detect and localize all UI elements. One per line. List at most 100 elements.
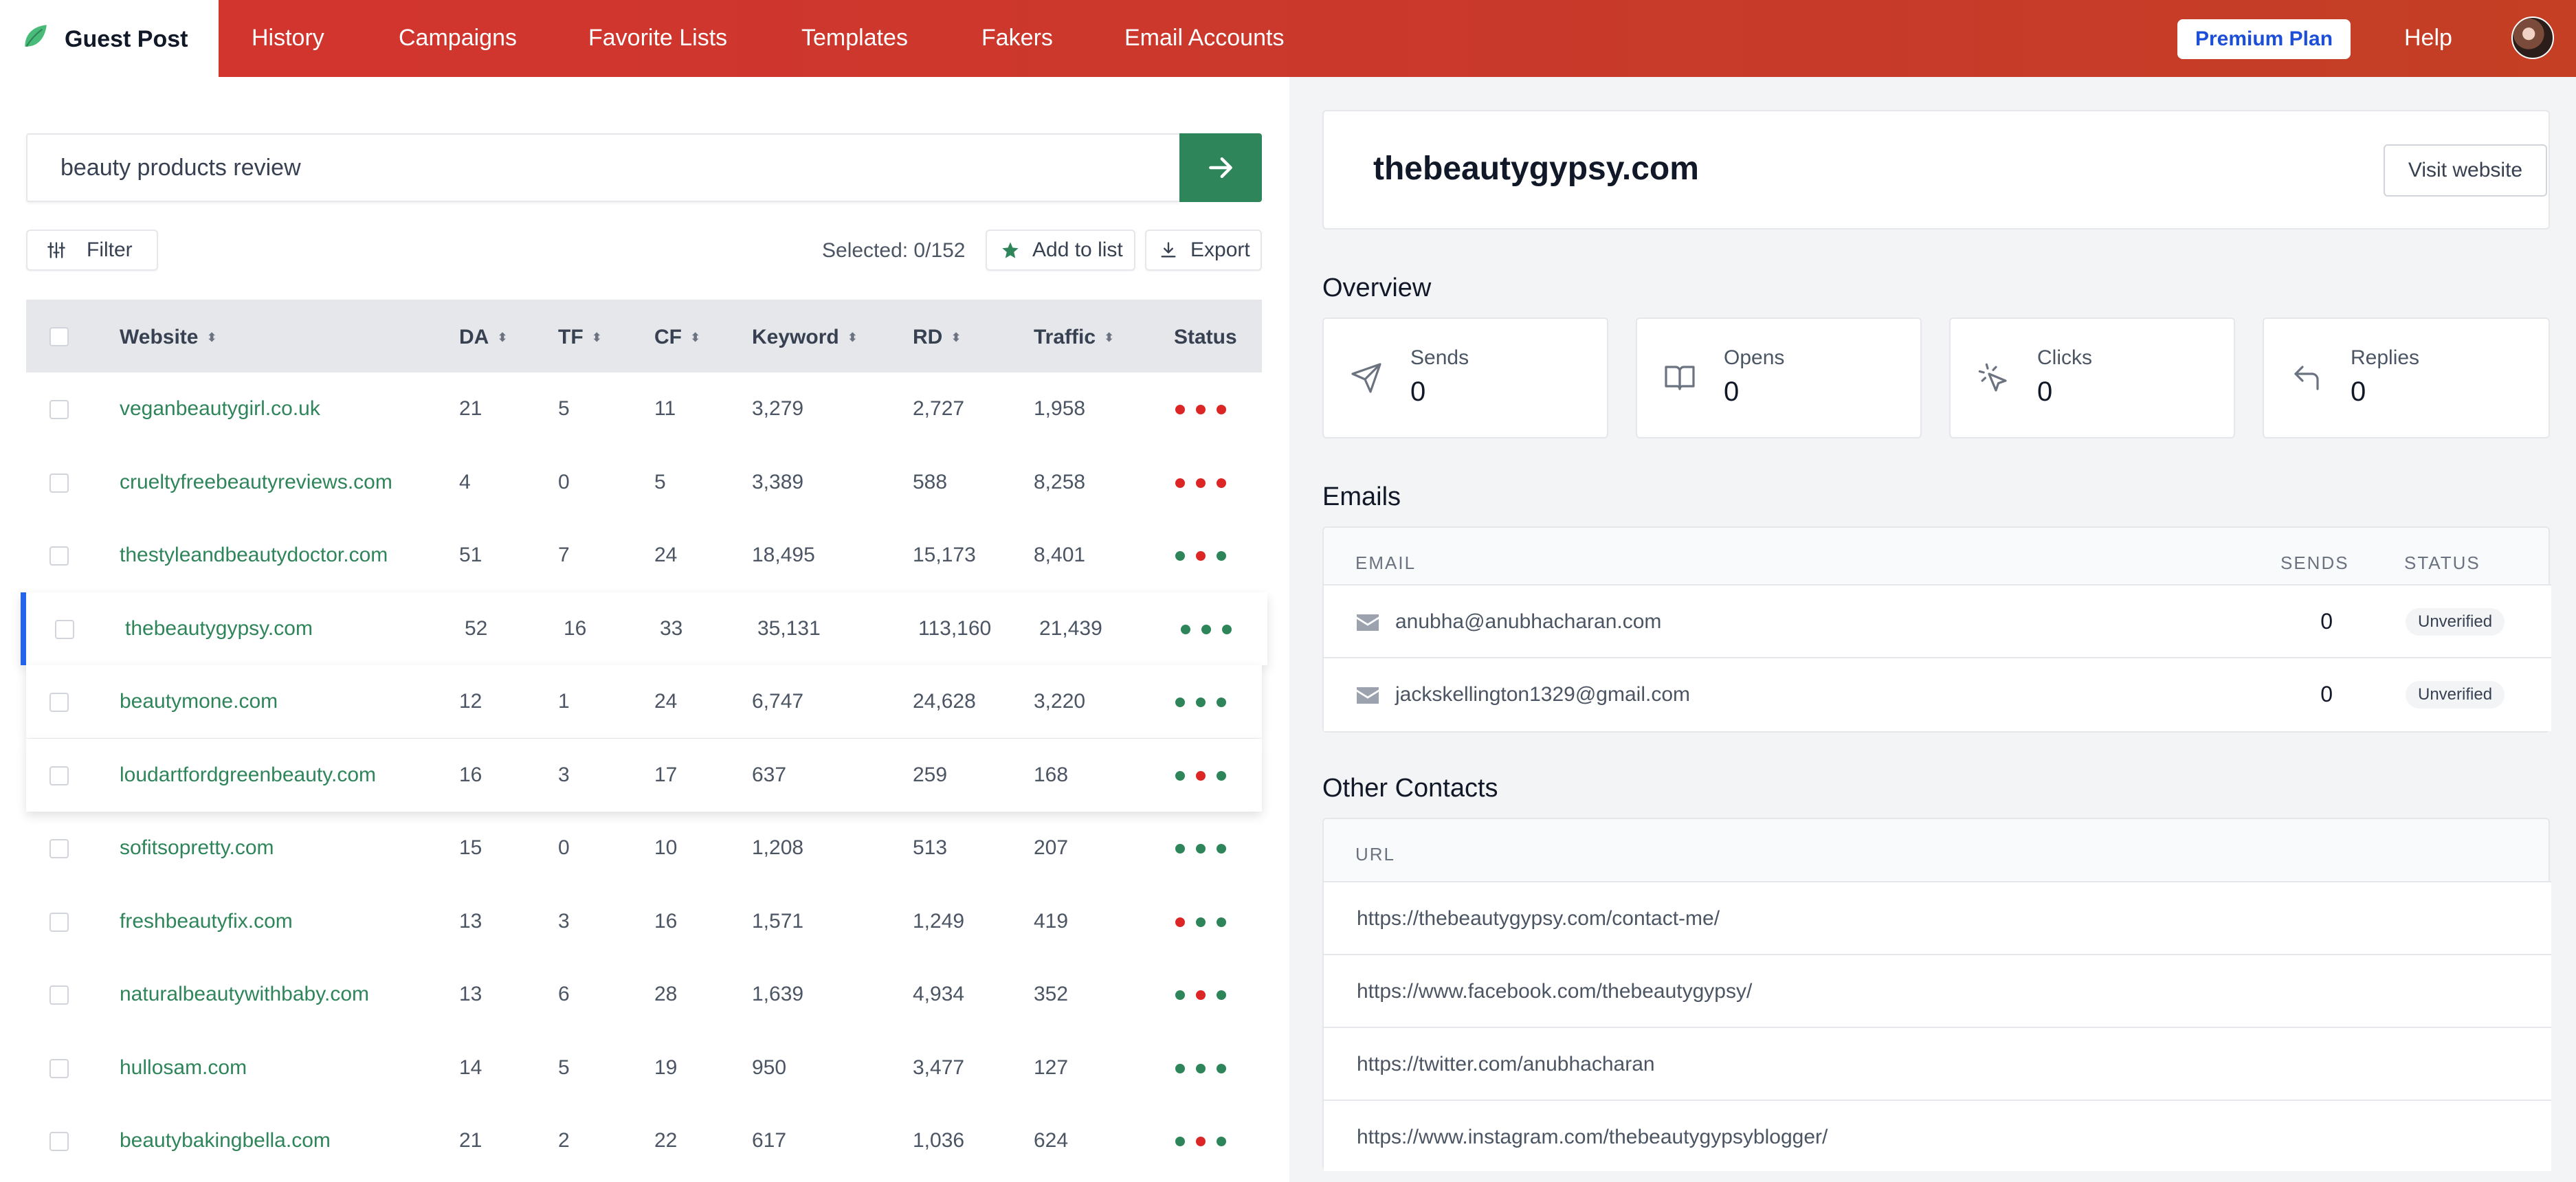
cell-tf: 0	[558, 836, 570, 859]
row-checkbox[interactable]	[49, 912, 69, 932]
cell-website[interactable]: freshbeautyfix.com	[120, 910, 293, 933]
nav-campaigns[interactable]: Campaigns	[399, 25, 517, 52]
status-dot-green	[1175, 551, 1185, 561]
row-checkbox[interactable]	[49, 400, 69, 419]
col-cf[interactable]: CF ⬍	[654, 326, 700, 349]
premium-plan-button[interactable]: Premium Plan	[2177, 19, 2351, 59]
cell-cf: 17	[654, 763, 678, 786]
cell-website[interactable]: veganbeautygirl.co.uk	[120, 397, 320, 421]
cell-cf: 10	[654, 836, 678, 859]
row-checkbox[interactable]	[49, 985, 69, 1005]
contact-row[interactable]: https://www.instagram.com/thebeautygypsy…	[1324, 1100, 2551, 1171]
nav-templates[interactable]: Templates	[801, 25, 908, 52]
cursor-click-icon	[1978, 363, 2007, 392]
cell-da: 51	[459, 544, 482, 566]
table-row[interactable]: hullosam.com 14 5 19 950 3,477 127	[26, 1031, 1262, 1104]
contact-url: https://www.facebook.com/thebeautygypsy/	[1357, 980, 1753, 1003]
status-dot-red	[1217, 478, 1226, 488]
selected-count: Selected: 0/152	[822, 239, 966, 262]
table-row[interactable]: crueltyfreebeautyreviews.com 4 0 5 3,389 588 8…	[26, 445, 1262, 519]
cell-rd: 24,628	[913, 690, 976, 713]
export-button[interactable]: Export	[1145, 230, 1262, 271]
cell-website[interactable]: thestyleandbeautydoctor.com	[120, 544, 388, 567]
table-header: Website ⬍ DA ⬍ TF ⬍ CF ⬍ Keyword ⬍ RD ⬍ Traffi…	[26, 300, 1262, 372]
brand[interactable]: Guest Post	[0, 0, 219, 77]
visit-website-button[interactable]: Visit website	[2384, 144, 2547, 197]
status-dot-red	[1217, 405, 1226, 414]
col-traffic[interactable]: Traffic ⬍	[1034, 326, 1114, 349]
select-all-checkbox[interactable]	[49, 327, 69, 346]
col-rd[interactable]: RD ⬍	[913, 326, 961, 349]
emails-col-status: STATUS	[2404, 553, 2480, 573]
contact-row[interactable]: https://thebeautygypsy.com/contact-me/	[1324, 881, 2551, 955]
status-dot-red	[1175, 405, 1185, 414]
contact-row[interactable]: https://www.facebook.com/thebeautygypsy/	[1324, 954, 2551, 1028]
status-dot-red	[1196, 770, 1206, 781]
status-dot-green	[1222, 624, 1232, 634]
cell-website[interactable]: loudartfordgreenbeauty.com	[120, 763, 376, 787]
filter-button[interactable]: Filter	[26, 230, 158, 271]
cell-traffic: 21,439	[1039, 616, 1102, 640]
sort-icon: ⬍	[690, 331, 701, 344]
table-row[interactable]: sofitsopretty.com 15 0 10 1,208 513 207	[26, 812, 1262, 884]
col-tf[interactable]: TF ⬍	[558, 326, 602, 349]
cell-website[interactable]: crueltyfreebeautyreviews.com	[120, 471, 392, 494]
cell-tf: 2	[558, 1129, 570, 1152]
email-row[interactable]: anubha@anubhacharan.com 0 Unverified	[1324, 584, 2551, 658]
col-website[interactable]: Website ⬍	[120, 326, 217, 349]
email-sends: 0	[2320, 682, 2333, 706]
status-dot-green	[1196, 844, 1206, 854]
site-header-card: thebeautygypsy.com Visit website	[1322, 110, 2550, 230]
arrow-right-icon	[1209, 157, 1232, 179]
table-row[interactable]: beautymone.com 12 1 24 6,747 24,628 3,220	[26, 665, 1262, 738]
site-title: thebeautygypsy.com	[1373, 150, 1699, 187]
help-link[interactable]: Help	[2404, 25, 2452, 52]
row-checkbox[interactable]	[49, 1058, 69, 1078]
add-to-list-button[interactable]: Add to list	[986, 230, 1135, 271]
nav-fakers[interactable]: Fakers	[981, 25, 1053, 52]
contact-row[interactable]: https://twitter.com/anubhacharan	[1324, 1027, 2551, 1101]
cell-website[interactable]: hullosam.com	[120, 1056, 247, 1080]
table-row[interactable]: naturalbeautywithbaby.com 13 6 28 1,639 4,934…	[26, 958, 1262, 1031]
row-checkbox[interactable]	[49, 766, 69, 785]
cell-website[interactable]: sofitsopretty.com	[120, 836, 274, 860]
download-icon	[1161, 242, 1176, 258]
row-checkbox[interactable]	[49, 839, 69, 858]
status-dot-green	[1217, 551, 1226, 561]
email-row[interactable]: jackskellington1329@gmail.com 0 Unverifi…	[1324, 657, 2551, 731]
emails-col-sends: SENDS	[2280, 553, 2349, 573]
col-da[interactable]: DA ⬍	[459, 326, 507, 349]
user-avatar[interactable]	[2511, 16, 2554, 59]
cell-website[interactable]: beautymone.com	[120, 690, 278, 713]
col-keyword[interactable]: Keyword ⬍	[752, 326, 858, 349]
nav-favorite-lists[interactable]: Favorite Lists	[588, 25, 727, 52]
status-indicators	[1175, 990, 1226, 1000]
row-checkbox[interactable]	[49, 1132, 69, 1151]
nav-history[interactable]: History	[252, 25, 324, 52]
status-indicators	[1175, 551, 1226, 561]
cell-da: 13	[459, 909, 482, 933]
table-row[interactable]: loudartfordgreenbeauty.com 16 3 17 637 259 168	[26, 738, 1262, 812]
cell-traffic: 352	[1034, 983, 1069, 1005]
status-dot-green	[1175, 1137, 1185, 1146]
row-checkbox[interactable]	[55, 619, 74, 639]
table-row[interactable]: freshbeautyfix.com 13 3 16 1,571 1,249 419	[26, 884, 1262, 958]
table-row[interactable]: beautybakingbella.com 21 2 22 617 1,036 624	[26, 1104, 1262, 1177]
search-submit-button[interactable]	[1179, 133, 1262, 202]
cell-website[interactable]: thebeautygypsy.com	[125, 617, 313, 640]
cell-website[interactable]: beautybakingbella.com	[120, 1129, 331, 1152]
table-row[interactable]: thebeautygypsy.com 52 16 33 35,131 113,160 21,…	[21, 592, 1267, 665]
row-checkbox[interactable]	[49, 693, 69, 712]
table-row[interactable]: veganbeautygirl.co.uk 21 5 11 3,279 2,727 1,95…	[26, 372, 1262, 445]
nav-email-accounts[interactable]: Email Accounts	[1124, 25, 1284, 52]
cell-traffic: 624	[1034, 1129, 1069, 1152]
status-dot-green	[1217, 1063, 1226, 1073]
row-checkbox[interactable]	[49, 473, 69, 493]
table-row[interactable]: thestyleandbeautydoctor.com 51 7 24 18,495 15…	[26, 519, 1262, 592]
detail-panel: thebeautygypsy.com Visit website Overvie…	[1289, 77, 2576, 1182]
row-checkbox[interactable]	[49, 546, 69, 566]
search-input[interactable]	[27, 135, 1179, 201]
cell-website[interactable]: naturalbeautywithbaby.com	[120, 983, 369, 1006]
status-indicators	[1181, 624, 1232, 634]
contacts-table: URL https://thebeautygypsy.com/contact-m…	[1322, 818, 2551, 1171]
